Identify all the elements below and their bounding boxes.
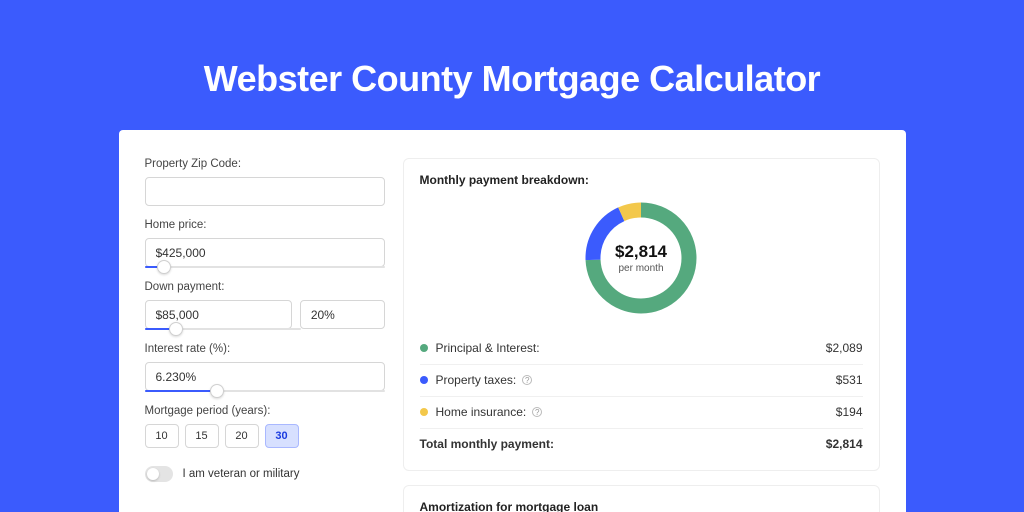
info-icon[interactable]: ? (532, 407, 542, 417)
legend-row: Home insurance:?$194 (420, 396, 863, 428)
down-amount-input[interactable] (145, 300, 292, 329)
rate-label: Interest rate (%): (145, 343, 385, 355)
rate-slider[interactable] (145, 390, 385, 392)
period-btn-15[interactable]: 15 (185, 424, 219, 448)
legend-total-value: $2,814 (826, 437, 863, 451)
legend-label-text: Home insurance: (436, 405, 527, 419)
legend-total-row: Total monthly payment:$2,814 (420, 428, 863, 460)
price-group: Home price: (145, 219, 385, 268)
period-btn-10[interactable]: 10 (145, 424, 179, 448)
veteran-row: I am veteran or military (145, 466, 385, 482)
donut-chart: $2,814 per month (580, 197, 702, 319)
down-group: Down payment: (145, 281, 385, 330)
price-input[interactable] (145, 238, 385, 267)
rate-group: Interest rate (%): (145, 343, 385, 392)
legend-label-text: Principal & Interest: (436, 341, 540, 355)
veteran-label: I am veteran or military (183, 468, 300, 480)
zip-group: Property Zip Code: (145, 158, 385, 206)
rate-input[interactable] (145, 362, 385, 391)
page-title: Webster County Mortgage Calculator (0, 58, 1024, 100)
legend-label: Property taxes:? (436, 373, 836, 387)
zip-input[interactable] (145, 177, 385, 206)
period-label: Mortgage period (years): (145, 405, 385, 417)
legend-dot-icon (420, 408, 428, 416)
period-btn-30[interactable]: 30 (265, 424, 299, 448)
results-panel: Monthly payment breakdown: $2,814 per mo… (403, 158, 880, 512)
donut-amount: $2,814 (615, 242, 667, 262)
veteran-toggle[interactable] (145, 466, 173, 482)
donut-center: $2,814 per month (580, 197, 702, 319)
period-buttons: 10152030 (145, 424, 385, 448)
legend-row: Property taxes:?$531 (420, 364, 863, 396)
amort-block: Amortization for mortgage loan Amortizat… (403, 485, 880, 512)
legend-dot-icon (420, 376, 428, 384)
period-group: Mortgage period (years): 10152030 (145, 405, 385, 448)
down-pct-input[interactable] (300, 300, 385, 329)
donut-wrap: $2,814 per month (420, 197, 863, 319)
zip-label: Property Zip Code: (145, 158, 385, 170)
price-slider-thumb[interactable] (157, 260, 171, 274)
down-label: Down payment: (145, 281, 385, 293)
calculator-card: Property Zip Code: Home price: Down paym… (119, 130, 906, 512)
amort-title: Amortization for mortgage loan (420, 500, 863, 512)
breakdown-block: Monthly payment breakdown: $2,814 per mo… (403, 158, 880, 471)
rate-slider-fill (145, 390, 217, 392)
legend-total-label: Total monthly payment: (420, 437, 826, 451)
breakdown-title: Monthly payment breakdown: (420, 173, 863, 187)
legend-label: Principal & Interest: (436, 341, 826, 355)
info-icon[interactable]: ? (522, 375, 532, 385)
legend-value: $531 (836, 373, 863, 387)
legend-label: Home insurance:? (436, 405, 836, 419)
legend: Principal & Interest: $2,089 Property taxe… (420, 333, 863, 460)
donut-sub: per month (618, 263, 663, 274)
legend-label-text: Property taxes: (436, 373, 517, 387)
period-btn-20[interactable]: 20 (225, 424, 259, 448)
legend-dot-icon (420, 344, 428, 352)
down-slider-thumb[interactable] (169, 322, 183, 336)
price-slider[interactable] (145, 266, 385, 268)
price-label: Home price: (145, 219, 385, 231)
legend-row: Principal & Interest: $2,089 (420, 333, 863, 364)
down-slider[interactable] (145, 328, 301, 330)
legend-value: $2,089 (826, 341, 863, 355)
rate-slider-thumb[interactable] (210, 384, 224, 398)
form-panel: Property Zip Code: Home price: Down paym… (145, 158, 385, 512)
legend-value: $194 (836, 405, 863, 419)
